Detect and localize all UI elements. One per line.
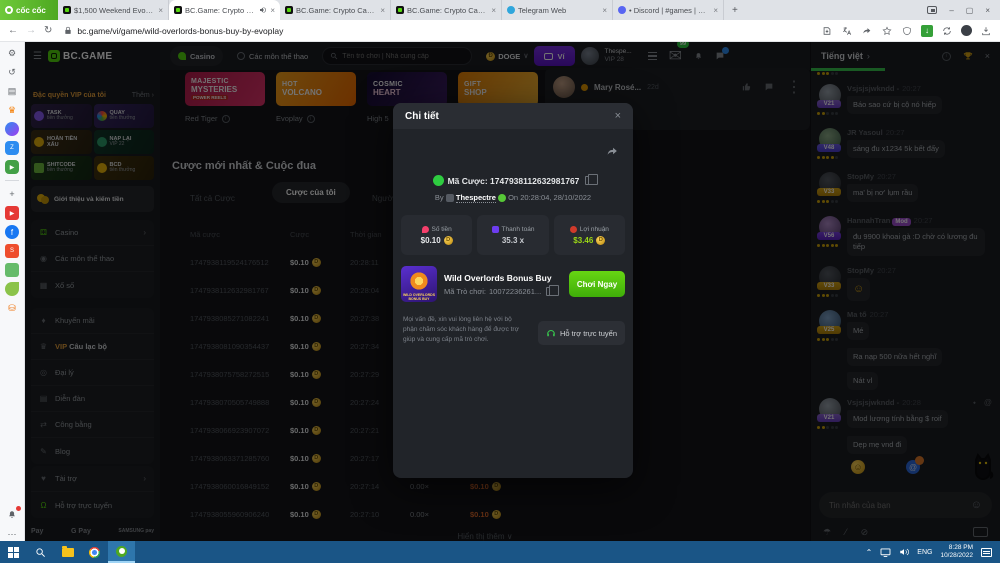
- modal-title: Chi tiết: [405, 111, 439, 122]
- history-icon[interactable]: ↺: [5, 65, 19, 79]
- game-title: Wild Overlords Bonus Buy: [444, 273, 554, 283]
- bet-details-modal: Chi tiết × × Mã Cược: 174793811263298176…: [393, 103, 633, 478]
- verified-check-icon: ×: [433, 175, 444, 186]
- user-mini-avatar: [446, 194, 454, 202]
- play-now-button[interactable]: Chơi Ngay: [569, 271, 625, 297]
- file-explorer-icon[interactable]: [54, 541, 81, 563]
- close-tab-icon[interactable]: ×: [270, 6, 275, 15]
- download-manager-icon[interactable]: ↓: [921, 25, 933, 37]
- frog-emoji: [498, 194, 506, 202]
- taskbar-search-icon[interactable]: [27, 541, 54, 563]
- telegram-favicon: [507, 6, 515, 14]
- close-tab-icon[interactable]: ×: [158, 6, 163, 15]
- discord-favicon: [618, 6, 626, 14]
- stat-amount: Số tiền $0.10D: [401, 215, 472, 255]
- close-tab-icon[interactable]: ×: [491, 6, 496, 15]
- reading-list-icon[interactable]: ▤: [5, 84, 19, 98]
- site-favicon: [396, 6, 404, 14]
- stat-profit: Lợi nhuận $3.46D: [554, 215, 625, 255]
- browser-tab-2-active[interactable]: BC.Game: Crypto Casino ×: [169, 0, 280, 20]
- minimize-button[interactable]: –: [949, 6, 953, 15]
- tab-audio-icon[interactable]: [259, 6, 267, 14]
- headphones-icon: [546, 328, 556, 338]
- browser-tab-6[interactable]: • Discord | #games | BC G×: [613, 0, 724, 20]
- profile-icon[interactable]: [961, 25, 972, 36]
- tray-expand-icon[interactable]: ⌃: [866, 548, 873, 557]
- payout-icon: [492, 226, 499, 233]
- close-tab-icon[interactable]: ×: [713, 6, 718, 15]
- cart-icon[interactable]: ⛁: [5, 301, 19, 315]
- share-bet-icon[interactable]: [606, 145, 619, 158]
- live-support-button[interactable]: Hỗ trợ trực tuyến: [538, 321, 625, 345]
- browser-tab-4[interactable]: BC.Game: Crypto Casino Gan×: [391, 0, 502, 20]
- screen: cốc cốc $1,500 Weekend Evoplay Mu× BC.Ga…: [0, 0, 1000, 563]
- amount-icon: [422, 226, 429, 233]
- windows-taskbar: ⌃ ENG 8:28 PM10/28/2022: [0, 541, 1000, 563]
- lock-icon: [64, 26, 72, 35]
- coin-icon: D: [596, 236, 605, 245]
- url-text: bc.game/vi/game/wild-overlords-bonus-buy…: [77, 26, 283, 36]
- browser-tab-1[interactable]: $1,500 Weekend Evoplay Mu×: [58, 0, 169, 20]
- vip-crown-icon[interactable]: ♛: [5, 103, 19, 117]
- forward-button: →: [26, 25, 36, 36]
- bet-user-link[interactable]: Thespectre: [456, 193, 496, 203]
- sync-icon[interactable]: [941, 25, 953, 37]
- copy-bet-id-icon[interactable]: [585, 176, 593, 185]
- support-note: Mọi vấn đề, xin vui lòng liên hệ với bộ …: [403, 315, 521, 344]
- translate-icon[interactable]: [841, 25, 853, 37]
- game-card: WILD OVERLORDSBONUS BUY Wild Overlords B…: [401, 263, 625, 305]
- add-shortcut-icon[interactable]: +: [5, 187, 19, 201]
- more-options-icon[interactable]: ⋯: [5, 527, 19, 541]
- games-icon[interactable]: ▶: [5, 160, 19, 174]
- browser-toolbar: ← → ↻ bc.game/vi/game/wild-overlords-bon…: [0, 20, 1000, 42]
- chrome-taskbar-icon[interactable]: [81, 541, 108, 563]
- site-favicon: [63, 6, 71, 14]
- site-favicon: [285, 6, 293, 14]
- settings-gear-icon[interactable]: ⚙: [5, 46, 19, 60]
- new-tab-button[interactable]: +: [724, 5, 746, 16]
- browser-tabbar: cốc cốc $1,500 Weekend Evoplay Mu× BC.Ga…: [0, 0, 1000, 20]
- adblock-shield-icon[interactable]: [901, 25, 913, 37]
- close-modal-icon[interactable]: ×: [615, 110, 621, 122]
- share-icon[interactable]: [861, 25, 873, 37]
- close-tab-icon[interactable]: ×: [602, 6, 607, 15]
- picture-in-picture-icon[interactable]: [927, 6, 937, 14]
- address-bar[interactable]: bc.game/vi/game/wild-overlords-bonus-buy…: [60, 26, 813, 36]
- browser-tab-3[interactable]: BC.Game: Crypto Casino Gan×: [280, 0, 391, 20]
- game-thumbnail[interactable]: WILD OVERLORDSBONUS BUY: [401, 266, 437, 302]
- close-tab-icon[interactable]: ×: [380, 6, 385, 15]
- coc-coc-logo[interactable]: cốc cốc: [0, 0, 58, 20]
- start-button[interactable]: [0, 541, 27, 563]
- app-icon-leaf[interactable]: [5, 282, 19, 296]
- save-page-icon[interactable]: [821, 25, 833, 37]
- app-icon-green[interactable]: [5, 263, 19, 277]
- shopee-icon[interactable]: S: [5, 244, 19, 258]
- site-favicon: [174, 6, 182, 14]
- messenger-icon[interactable]: [5, 122, 19, 136]
- coc-sidebar: ⚙ ↺ ▤ ♛ Z ▶ + ▶ f S ⛁ ⋯: [0, 42, 25, 541]
- coccoc-taskbar-icon[interactable]: [108, 541, 135, 563]
- notifications-bell-icon[interactable]: [5, 508, 19, 522]
- coin-icon: D: [444, 236, 453, 245]
- back-button[interactable]: ←: [8, 25, 18, 36]
- action-center-icon[interactable]: [981, 548, 992, 557]
- reload-button[interactable]: ↻: [44, 25, 52, 36]
- downloads-tray-icon[interactable]: [980, 25, 992, 37]
- volume-icon[interactable]: [899, 547, 909, 557]
- network-icon[interactable]: [880, 548, 891, 557]
- youtube-icon[interactable]: ▶: [5, 206, 19, 220]
- bookmark-star-icon[interactable]: [881, 25, 893, 37]
- maximize-button[interactable]: ▢: [966, 6, 974, 15]
- taskbar-clock[interactable]: 8:28 PM10/28/2022: [940, 544, 973, 561]
- zalo-icon[interactable]: Z: [5, 141, 19, 155]
- stat-payout: Thanh toán 35.3 x: [477, 215, 548, 255]
- coc-coc-logo-icon: [5, 6, 13, 14]
- browser-tab-5[interactable]: Telegram Web×: [502, 0, 613, 20]
- bcgame-page: ☰ BC.GAME Đặc quyền VIP của tôi Thêm › T…: [25, 42, 1000, 541]
- close-window-button[interactable]: ×: [985, 6, 990, 15]
- facebook-icon[interactable]: f: [5, 225, 19, 239]
- language-indicator[interactable]: ENG: [917, 549, 932, 556]
- profit-icon: [570, 226, 577, 233]
- copy-game-id-icon[interactable]: [546, 287, 554, 296]
